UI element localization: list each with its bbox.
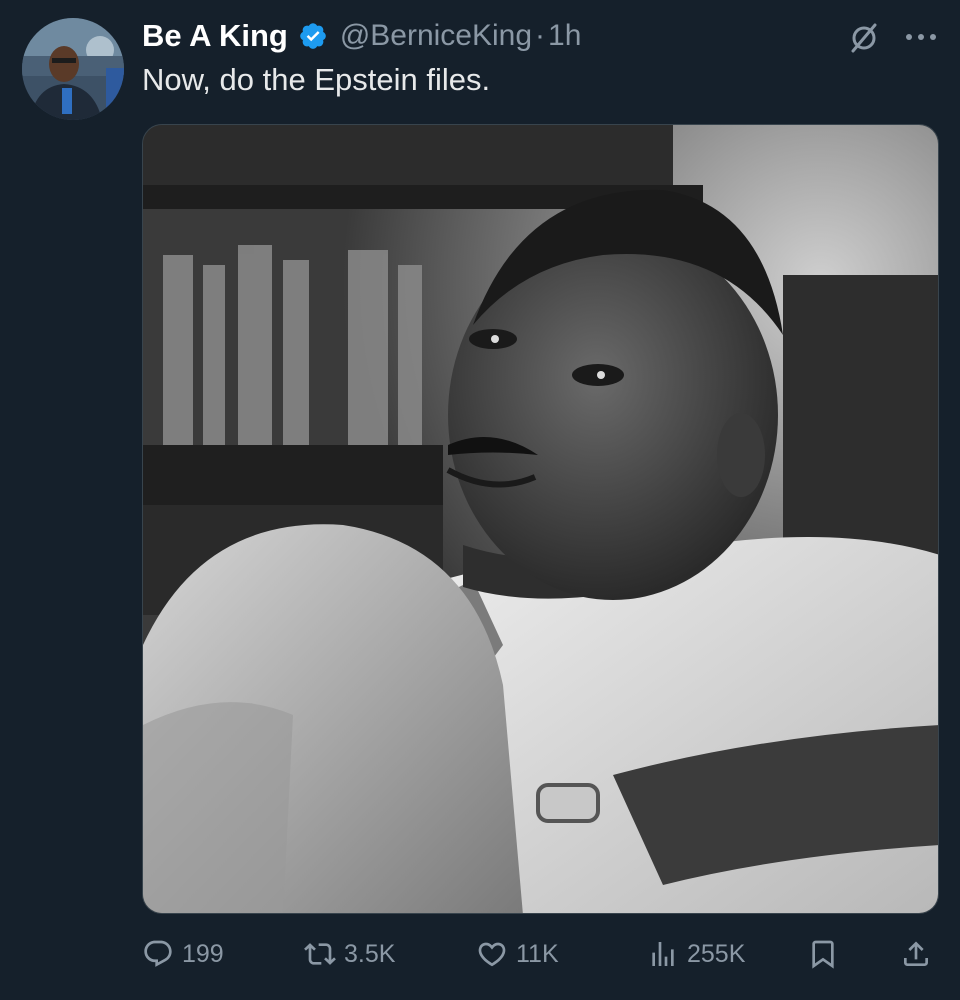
avatar[interactable] [22, 18, 124, 120]
reply-button[interactable]: 199 [142, 934, 224, 974]
separator-dot: · [535, 19, 546, 52]
verified-badge-icon [298, 21, 328, 51]
user-handle[interactable]: @BerniceKing [340, 19, 532, 53]
tweet: Be A King @BerniceKing · 1h Now, do the … [0, 0, 960, 1000]
tweet-actions: 199 3.5K 11K 255K [142, 934, 939, 974]
views-button[interactable]: 255K [647, 934, 745, 974]
reply-count: 199 [182, 939, 224, 968]
tweet-photo[interactable] [142, 124, 939, 914]
retweet-button[interactable]: 3.5K [304, 934, 395, 974]
bookmark-button[interactable] [807, 934, 839, 974]
share-button[interactable] [900, 934, 932, 974]
views-icon [652, 942, 674, 966]
heart-icon [478, 942, 506, 967]
timestamp[interactable]: 1h [548, 19, 581, 53]
reply-icon [144, 940, 172, 967]
bookmark-icon [812, 940, 834, 969]
grok-icon[interactable] [848, 22, 880, 54]
retweet-icon [304, 943, 336, 965]
share-icon [904, 941, 928, 966]
retweet-count: 3.5K [344, 939, 396, 968]
views-count: 255K [687, 939, 746, 968]
like-count: 11K [516, 939, 559, 968]
display-name[interactable]: Be A King [142, 18, 288, 54]
more-options-icon[interactable] [904, 22, 938, 52]
like-button[interactable]: 11K [476, 934, 559, 974]
tweet-text: Now, do the Epstein files. [142, 62, 491, 97]
tweet-header: Be A King @BerniceKing · 1h [142, 16, 581, 56]
